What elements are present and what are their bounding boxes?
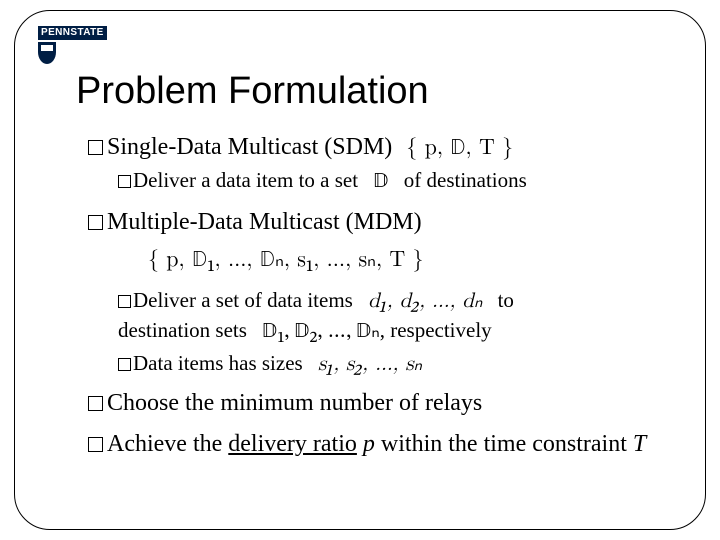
slide-title: Problem Formulation	[76, 70, 688, 113]
mdm-label: Multiple-Data Multicast (MDM)	[107, 209, 422, 235]
slide-content: Single-Data Multicast (SDM) { p, 𝔻, T } …	[88, 131, 648, 460]
mdm-tuple: { p, 𝔻₁, …, 𝔻ₙ, s₁, …, sₙ, T }	[148, 246, 648, 276]
delivery-ratio-link: delivery ratio	[228, 431, 357, 457]
square-bullet-icon	[88, 396, 103, 411]
text: Deliver a set of data items	[133, 288, 353, 312]
sdm-set-symbol: 𝔻	[373, 171, 388, 192]
bullet-choose: Choose the minimum number of relays	[88, 387, 648, 419]
square-bullet-icon	[118, 358, 131, 371]
var-p: p	[363, 431, 375, 457]
square-bullet-icon	[88, 437, 103, 452]
mdm-data-items: d₁, d₂, …, dₙ	[368, 291, 482, 312]
shield-icon	[38, 42, 56, 64]
text: , respectively	[380, 318, 492, 342]
var-T: T	[633, 431, 646, 457]
bullet-mdm: Multiple-Data Multicast (MDM)	[88, 206, 648, 238]
logo-text: PENNSTATE	[38, 26, 107, 40]
bullet-sdm-deliver: Deliver a data item to a set 𝔻 of destin…	[118, 166, 648, 196]
pennstate-logo: PENNSTATE	[38, 22, 110, 64]
square-bullet-icon	[88, 140, 103, 155]
text: Deliver a data item to a set	[133, 168, 358, 192]
sdm-tuple: { p, 𝔻, T }	[406, 134, 513, 164]
square-bullet-icon	[118, 175, 131, 188]
sdm-label: Single-Data Multicast (SDM)	[107, 134, 392, 160]
square-bullet-icon	[88, 215, 103, 230]
slide: PENNSTATE Problem Formulation Single-Dat…	[0, 0, 720, 540]
text: destination sets	[118, 318, 247, 342]
mdm-sizes: s₁, s₂, …, sₙ	[318, 354, 422, 375]
text: of destinations	[404, 168, 527, 192]
text: within the time constraint	[375, 431, 633, 457]
text: to	[498, 288, 514, 312]
bullet-mdm-deliver: Deliver a set of data items d₁, d₂, …, d…	[118, 286, 648, 347]
bullet-sdm: Single-Data Multicast (SDM) { p, 𝔻, T }	[88, 131, 648, 164]
bullet-achieve: Achieve the delivery ratio p within the …	[88, 428, 648, 460]
mdm-dest-sets: 𝔻₁, 𝔻₂, …, 𝔻ₙ	[262, 321, 380, 342]
text: Data items has sizes	[133, 351, 303, 375]
square-bullet-icon	[118, 295, 131, 308]
bullet-mdm-sizes: Data items has sizes s₁, s₂, …, sₙ	[118, 349, 648, 379]
text: Choose the minimum number of relays	[107, 390, 482, 416]
text: Achieve the	[107, 431, 228, 457]
